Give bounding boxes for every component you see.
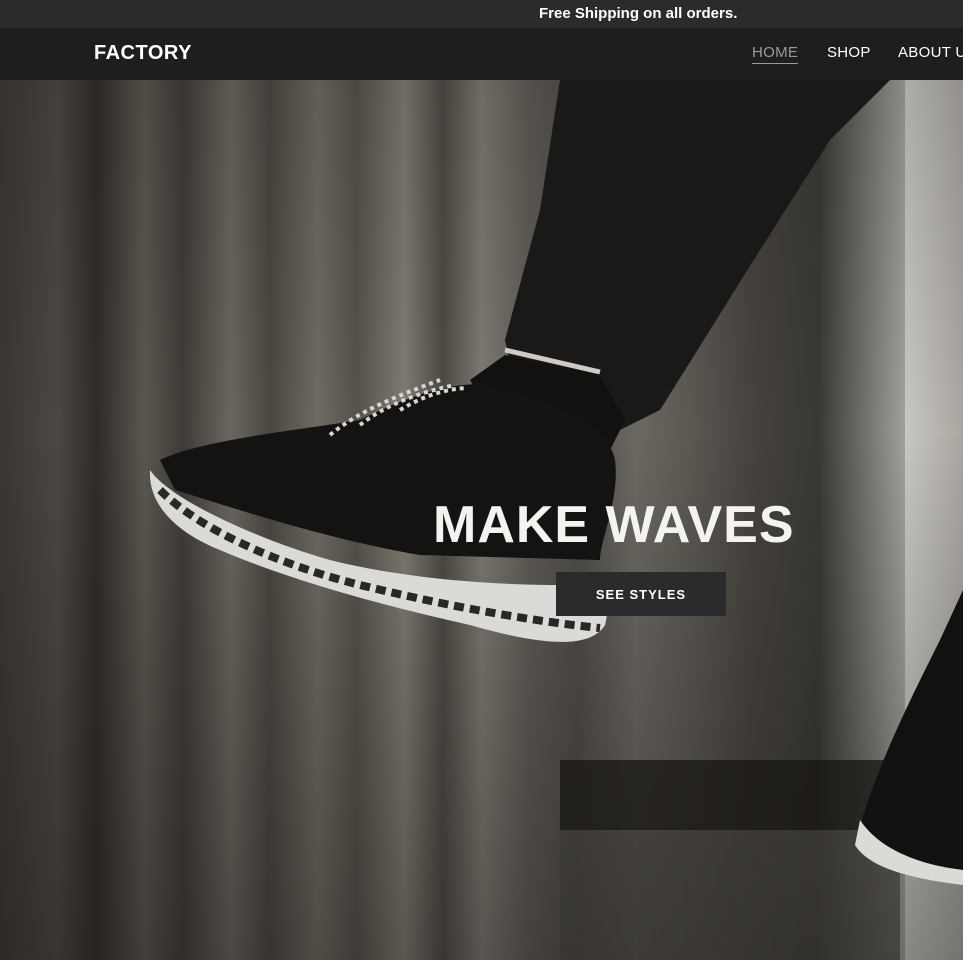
nav-home[interactable]: HOME bbox=[752, 44, 799, 64]
logo[interactable]: FACTORY bbox=[94, 42, 192, 65]
announcement-bar: Free Shipping on all orders. bbox=[0, 0, 963, 28]
page: Free Shipping on all orders. FACTORY HOM… bbox=[0, 0, 963, 960]
site-header: FACTORY HOME SHOP ABOUT U bbox=[0, 28, 963, 80]
nav-about[interactable]: ABOUT U bbox=[898, 44, 963, 61]
see-styles-button[interactable]: SEE STYLES bbox=[556, 572, 726, 616]
hero-section: MAKE WAVES SEE STYLES bbox=[0, 80, 963, 960]
nav-shop[interactable]: SHOP bbox=[827, 44, 871, 61]
announcement-text: Free Shipping on all orders. bbox=[539, 5, 738, 22]
second-shoe-upper bbox=[860, 590, 963, 880]
hero-headline: MAKE WAVES bbox=[433, 496, 795, 554]
